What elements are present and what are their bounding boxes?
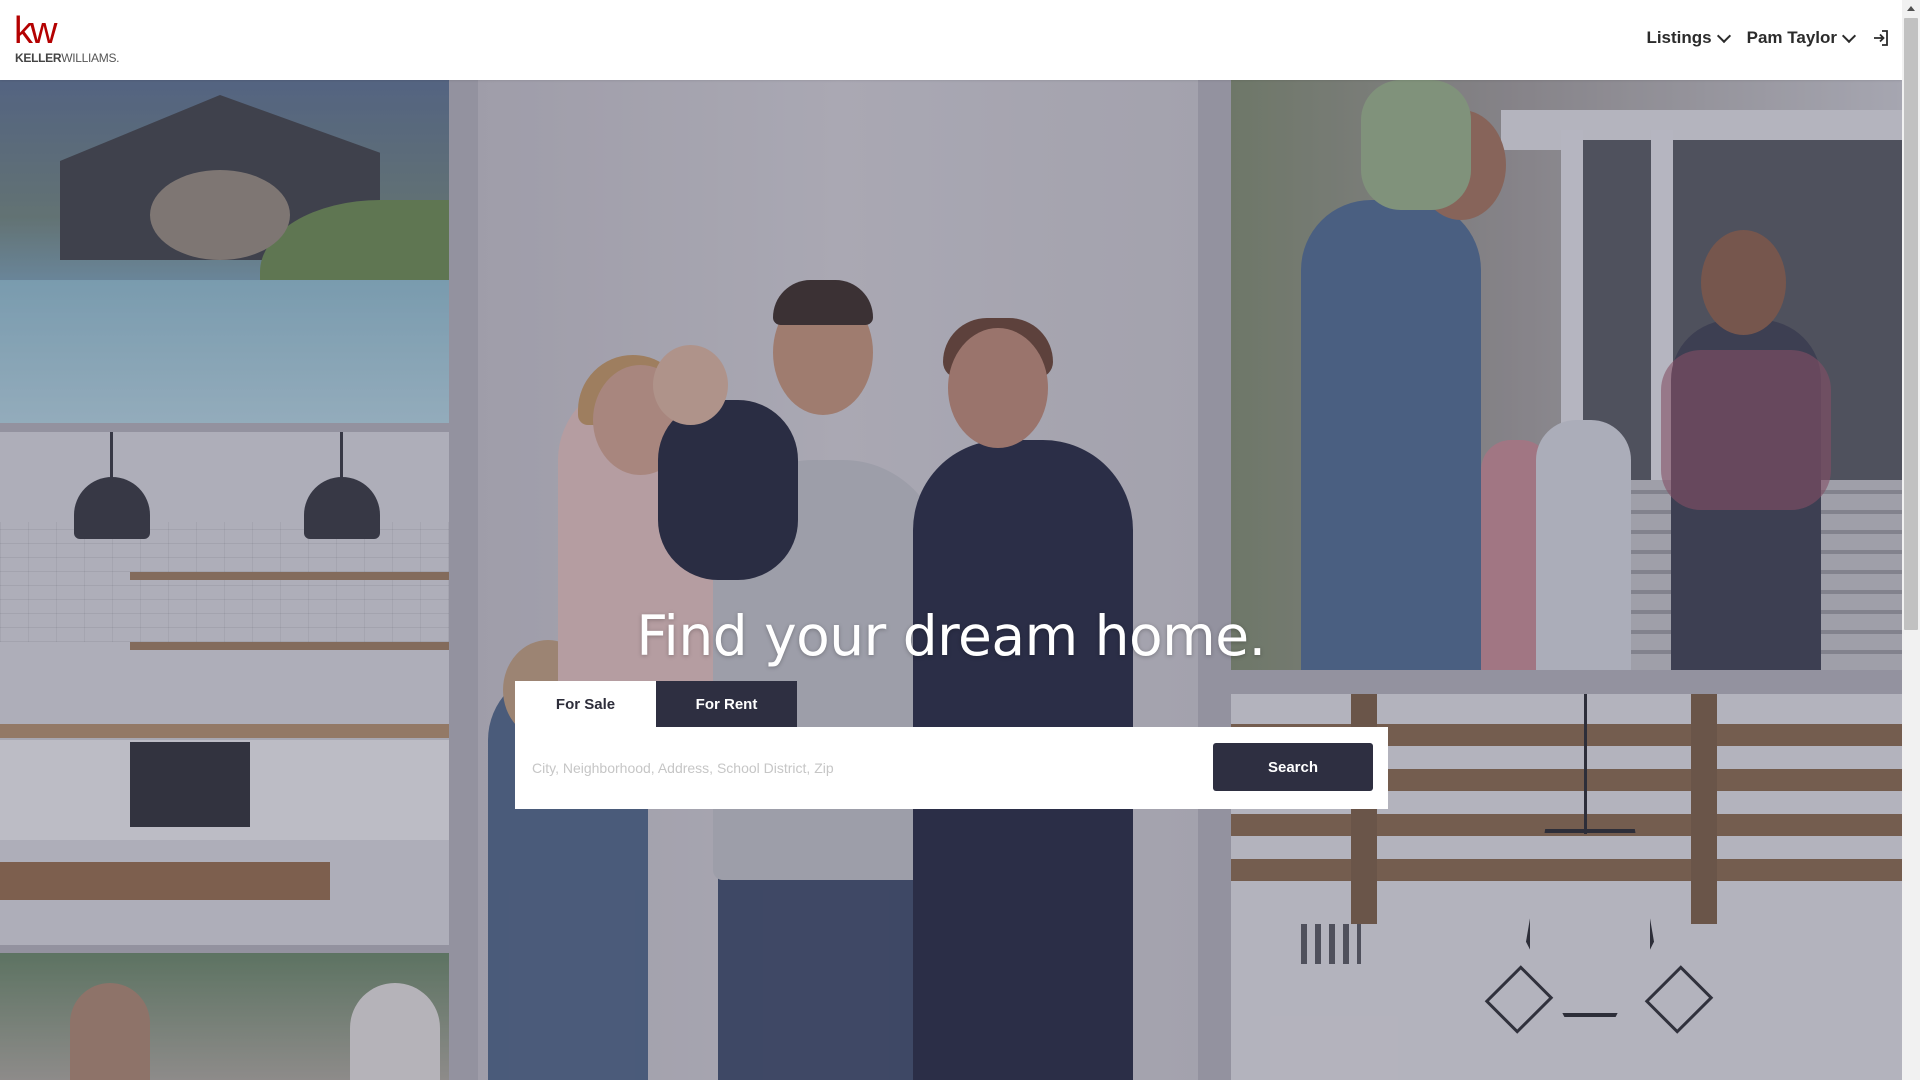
scrollbar-thumb[interactable] [1904,18,1918,630]
hero-headline: Find your dream home. [636,603,1266,668]
search-row: Search [515,727,1388,809]
search-button[interactable]: Search [1213,743,1373,791]
top-nav: Listings Pam Taylor [1628,28,1890,48]
user-name: Pam Taylor [1746,28,1837,47]
hero-section [0,80,1902,1080]
logo-mark: kw [14,10,57,52]
page-scrollbar[interactable] [1902,0,1920,1080]
chevron-down-icon [1716,28,1731,43]
user-menu[interactable]: Pam Taylor [1746,28,1857,48]
listings-menu[interactable]: Listings [1646,28,1731,48]
kw-logo[interactable]: kw KELLERWILLIAMS. [14,10,124,66]
hero-overlay [0,80,1902,1080]
scroll-up-arrow[interactable] [1902,0,1920,16]
search-tabs: For Sale For Rent [515,681,797,727]
site-header: kw KELLERWILLIAMS. Listings Pam Taylor [0,0,1902,80]
tab-for-rent[interactable]: For Rent [656,681,797,727]
sign-in-icon[interactable] [1872,29,1890,47]
property-search: For Sale For Rent Search [515,681,1388,809]
tab-for-sale[interactable]: For Sale [515,681,656,727]
logo-wordmark: KELLERWILLIAMS. [15,51,120,65]
listings-label: Listings [1646,28,1712,47]
search-input[interactable] [530,748,1174,788]
chevron-down-icon [1841,28,1857,43]
